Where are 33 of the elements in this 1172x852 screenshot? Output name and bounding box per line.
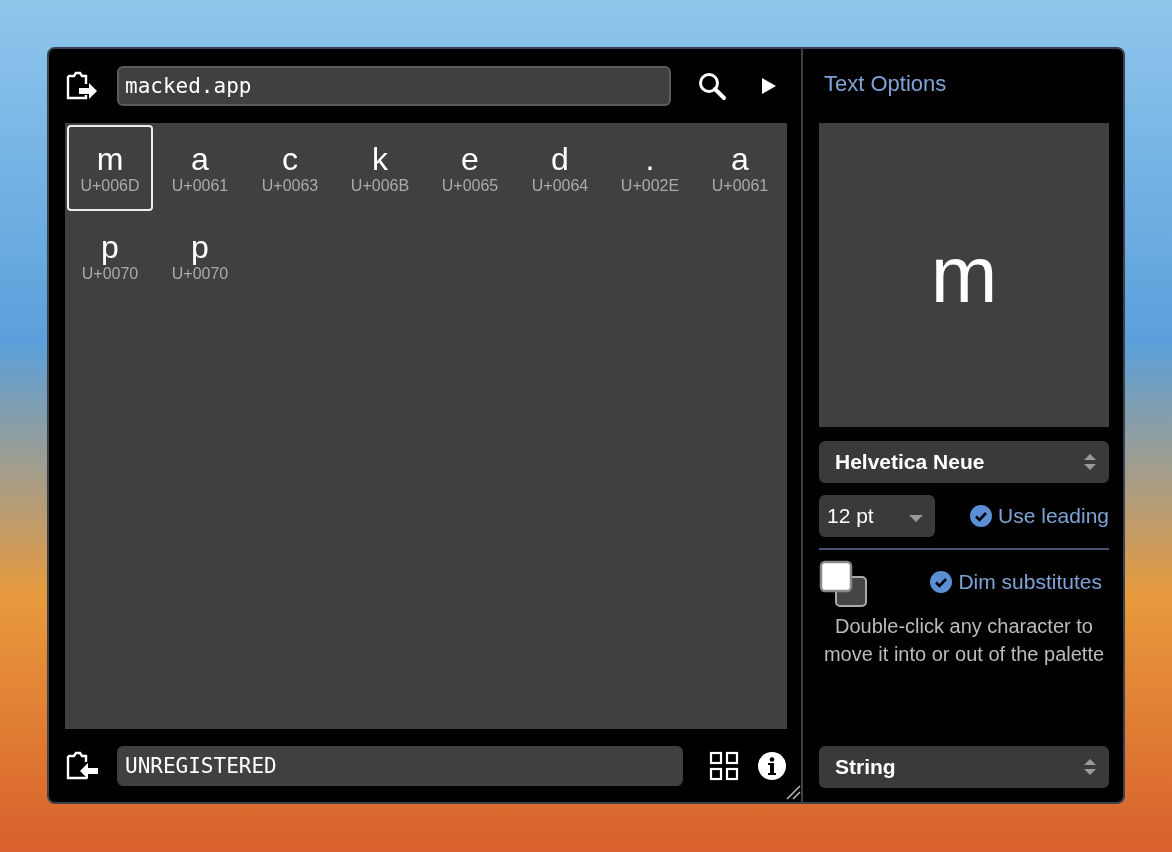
glyph-cell[interactable]: c U+0063 <box>247 125 333 211</box>
dim-substitutes-checkbox[interactable]: Dim substitutes <box>930 570 1102 594</box>
color-swatches-icon[interactable] <box>819 560 869 608</box>
caret-icon <box>909 515 923 523</box>
glyph-preview: m <box>819 123 1109 427</box>
glyph-cell[interactable]: a U+0061 <box>157 125 243 211</box>
glyph-cell[interactable]: e U+0065 <box>427 125 513 211</box>
info-icon[interactable] <box>757 750 787 781</box>
search-icon[interactable] <box>697 71 727 101</box>
glyph-cell[interactable]: p U+0070 <box>157 213 243 299</box>
checkmark-icon <box>930 571 953 593</box>
grid-icon[interactable] <box>709 750 739 781</box>
play-icon[interactable] <box>761 77 777 95</box>
glyph-cell[interactable]: a U+0061 <box>697 125 783 211</box>
stepper-arrows-icon <box>1083 452 1097 472</box>
use-leading-checkbox[interactable]: Use leading <box>970 504 1109 528</box>
glyph-cell[interactable]: k U+006B <box>337 125 423 211</box>
glyph-cell[interactable]: m U+006D <box>67 125 153 211</box>
font-popup[interactable]: Helvetica Neue <box>819 441 1109 483</box>
search-field[interactable]: macked.app <box>117 66 671 106</box>
status-field[interactable]: UNREGISTERED <box>117 745 683 786</box>
size-dropdown[interactable]: 12 pt <box>819 495 935 537</box>
glyph-cell[interactable]: . U+002E <box>607 125 693 211</box>
mode-popup[interactable]: String <box>819 746 1109 788</box>
clipboard-export-icon[interactable] <box>65 71 99 101</box>
stepper-arrows-icon <box>1083 757 1097 777</box>
checkmark-icon <box>970 505 993 527</box>
hint-text: Double-click any character to move it into or out of the palette <box>822 614 1106 667</box>
panel-title: Text Options <box>824 71 948 98</box>
glyph-cell[interactable]: d U+0064 <box>517 125 603 211</box>
clipboard-import-icon[interactable] <box>65 750 99 781</box>
glyph-cell[interactable]: p U+0070 <box>67 213 153 299</box>
resize-grip-icon[interactable] <box>785 784 801 800</box>
